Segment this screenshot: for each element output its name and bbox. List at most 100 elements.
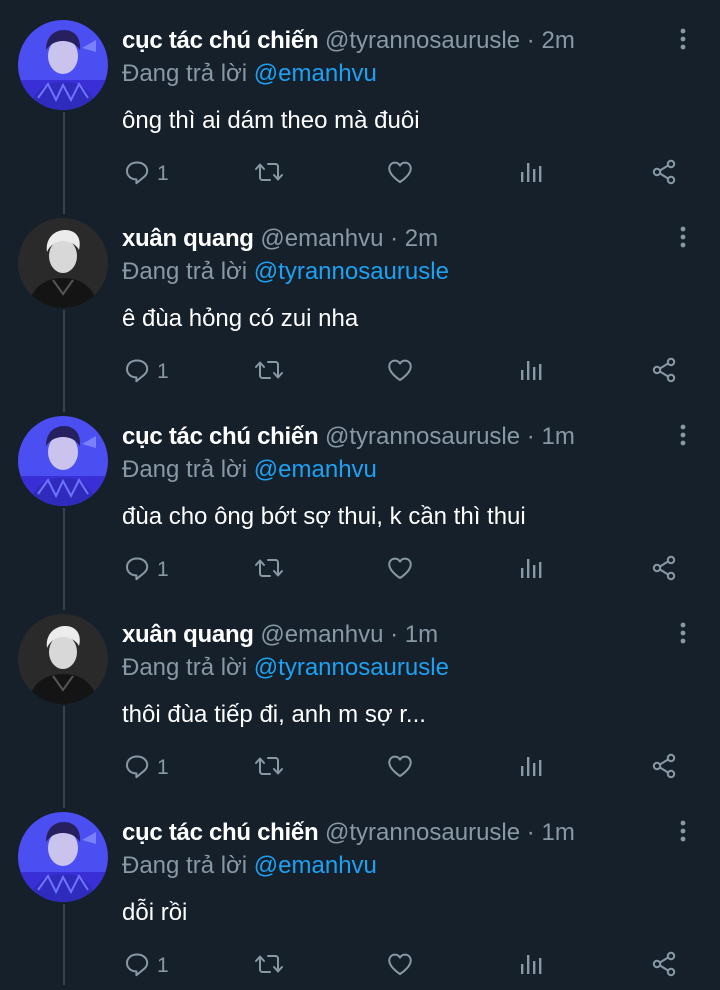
- replying-to-handle[interactable]: @emanhvu: [254, 60, 377, 87]
- replying-to-handle[interactable]: @emanhvu: [254, 852, 377, 879]
- analytics-icon: [517, 752, 545, 785]
- reply-button[interactable]: 1: [123, 949, 169, 983]
- replying-to-label: Đang trả lời: [122, 654, 248, 681]
- separator-dot: ·: [390, 621, 399, 648]
- tweet-header: cục tác chú chiến @tyrannosaurusle · 1m: [122, 816, 575, 850]
- reply-count: 1: [157, 360, 169, 383]
- replying-to: Đang trả lời @tyrannosaurusle: [122, 652, 449, 684]
- display-name[interactable]: cục tác chú chiến: [122, 819, 319, 846]
- analytics-icon: [517, 950, 545, 983]
- separator-dot: ·: [390, 225, 399, 252]
- retweet-button[interactable]: [253, 751, 285, 785]
- tweet-header: cục tác chú chiến @tyrannosaurusle · 2m: [122, 24, 575, 58]
- share-button[interactable]: [650, 949, 678, 983]
- user-handle[interactable]: @emanhvu: [260, 621, 383, 648]
- analytics-button[interactable]: [517, 355, 545, 389]
- reply-icon: [123, 950, 151, 983]
- replying-to: Đang trả lời @tyrannosaurusle: [122, 256, 449, 288]
- retweet-button[interactable]: [253, 355, 285, 389]
- replying-to: Đang trả lời @emanhvu: [122, 850, 377, 882]
- avatar[interactable]: [18, 416, 108, 506]
- user-handle[interactable]: @tyrannosaurusle: [325, 819, 520, 846]
- share-button[interactable]: [650, 157, 678, 191]
- like-button[interactable]: [386, 553, 414, 587]
- like-button[interactable]: [386, 751, 414, 785]
- replying-to-handle[interactable]: @tyrannosaurusle: [254, 654, 449, 681]
- replying-to-label: Đang trả lời: [122, 60, 248, 87]
- like-icon: [386, 950, 414, 983]
- display-name[interactable]: xuân quang: [122, 225, 254, 252]
- tweet-actions: 1: [0, 751, 720, 785]
- tweet-actions: 1: [0, 157, 720, 191]
- analytics-icon: [517, 554, 545, 587]
- timestamp[interactable]: 1m: [405, 621, 438, 648]
- share-icon: [650, 950, 678, 983]
- tweet-actions: 1: [0, 553, 720, 587]
- avatar[interactable]: [18, 812, 108, 902]
- timestamp[interactable]: 2m: [541, 27, 574, 54]
- tweet-text: ê đùa hỏng có zui nha: [122, 305, 359, 332]
- more-options-icon[interactable]: [670, 26, 696, 52]
- avatar[interactable]: [18, 218, 108, 308]
- user-handle[interactable]: @tyrannosaurusle: [325, 27, 520, 54]
- tweet-header: cục tác chú chiến @tyrannosaurusle · 1m: [122, 420, 575, 454]
- tweet-text: dỗi rồi: [122, 899, 188, 926]
- analytics-button[interactable]: [517, 157, 545, 191]
- reply-button[interactable]: 1: [123, 355, 169, 389]
- display-name[interactable]: cục tác chú chiến: [122, 423, 319, 450]
- reply-button[interactable]: 1: [123, 157, 169, 191]
- retweet-icon: [253, 158, 285, 191]
- analytics-icon: [517, 158, 545, 191]
- user-handle[interactable]: @tyrannosaurusle: [325, 423, 520, 450]
- reply-button[interactable]: 1: [123, 553, 169, 587]
- reply-icon: [123, 752, 151, 785]
- tweet-1[interactable]: cục tác chú chiến @tyrannosaurusle · 2m Đ…: [0, 0, 720, 198]
- reply-count: 1: [157, 162, 169, 185]
- tweet-text: đùa cho ông bớt sợ thui, k cần thì thui: [122, 503, 526, 530]
- reply-icon: [123, 356, 151, 389]
- share-button[interactable]: [650, 355, 678, 389]
- replying-to: Đang trả lời @emanhvu: [122, 58, 377, 90]
- separator-dot: ·: [526, 27, 535, 54]
- share-button[interactable]: [650, 751, 678, 785]
- tweet-header: xuân quang @emanhvu · 1m: [122, 618, 438, 652]
- reply-icon: [123, 158, 151, 191]
- tweet-text: thôi đùa tiếp đi, anh m sợ r...: [122, 701, 426, 728]
- timestamp[interactable]: 1m: [541, 819, 574, 846]
- more-options-icon[interactable]: [670, 620, 696, 646]
- analytics-button[interactable]: [517, 553, 545, 587]
- like-button[interactable]: [386, 157, 414, 191]
- retweet-button[interactable]: [253, 553, 285, 587]
- retweet-button[interactable]: [253, 949, 285, 983]
- share-button[interactable]: [650, 553, 678, 587]
- share-icon: [650, 158, 678, 191]
- like-button[interactable]: [386, 355, 414, 389]
- avatar[interactable]: [18, 20, 108, 110]
- reply-count: 1: [157, 756, 169, 779]
- timestamp[interactable]: 1m: [541, 423, 574, 450]
- tweet-4[interactable]: xuân quang @emanhvu · 1m Đang trả lời @ty…: [0, 594, 720, 792]
- more-options-icon[interactable]: [670, 422, 696, 448]
- like-button[interactable]: [386, 949, 414, 983]
- display-name[interactable]: cục tác chú chiến: [122, 27, 319, 54]
- retweet-icon: [253, 752, 285, 785]
- replying-to-handle[interactable]: @emanhvu: [254, 456, 377, 483]
- tweet-5[interactable]: cục tác chú chiến @tyrannosaurusle · 1m Đ…: [0, 792, 720, 990]
- analytics-button[interactable]: [517, 751, 545, 785]
- timestamp[interactable]: 2m: [405, 225, 438, 252]
- replying-to-handle[interactable]: @tyrannosaurusle: [254, 258, 449, 285]
- reply-button[interactable]: 1: [123, 751, 169, 785]
- user-handle[interactable]: @emanhvu: [260, 225, 383, 252]
- retweet-button[interactable]: [253, 157, 285, 191]
- tweet-2[interactable]: xuân quang @emanhvu · 2m Đang trả lời @ty…: [0, 198, 720, 396]
- separator-dot: ·: [526, 423, 535, 450]
- like-icon: [386, 752, 414, 785]
- tweet-3[interactable]: cục tác chú chiến @tyrannosaurusle · 1m Đ…: [0, 396, 720, 594]
- display-name[interactable]: xuân quang: [122, 621, 254, 648]
- retweet-icon: [253, 554, 285, 587]
- more-options-icon[interactable]: [670, 818, 696, 844]
- more-options-icon[interactable]: [670, 224, 696, 250]
- avatar[interactable]: [18, 614, 108, 704]
- analytics-button[interactable]: [517, 949, 545, 983]
- reply-count: 1: [157, 954, 169, 977]
